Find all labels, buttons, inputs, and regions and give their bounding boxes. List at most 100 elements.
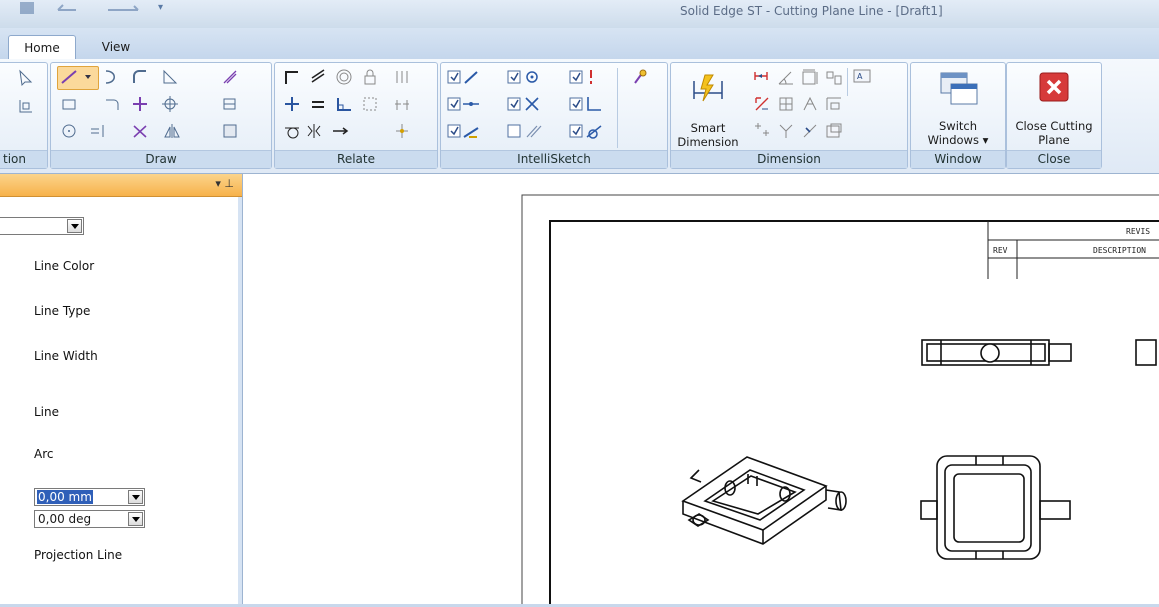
chamfer-dimension-icon[interactable] xyxy=(753,95,771,113)
rectangle-icon[interactable] xyxy=(60,95,78,113)
intellisketch-separator xyxy=(617,68,618,148)
chevron-down-icon[interactable] xyxy=(128,490,143,504)
chevron-down-icon[interactable] xyxy=(67,219,82,233)
tab-home[interactable]: Home xyxy=(8,35,76,61)
intellisketch-endpoint-icon[interactable] xyxy=(447,68,481,86)
collinear-icon[interactable] xyxy=(331,122,349,140)
close-cutting-plane-button[interactable]: Close Cutting Plane xyxy=(1007,63,1101,151)
drawing-canvas[interactable]: REVIS REV DESCRIPTION xyxy=(243,174,1159,607)
group-label-relate: Relate xyxy=(275,150,437,168)
equal-icon[interactable] xyxy=(309,95,327,113)
tab-view[interactable]: View xyxy=(88,35,144,60)
group-close: Close Cutting Plane Close xyxy=(1006,62,1102,169)
intellisketch-perpendicular-icon[interactable] xyxy=(569,95,603,113)
parallel-icon[interactable] xyxy=(309,68,327,86)
intellisketch-silhouette-icon[interactable] xyxy=(569,68,599,86)
connect-icon[interactable] xyxy=(283,68,301,86)
projection-line-label: Projection Line xyxy=(34,548,123,562)
attach-dimension-icon[interactable] xyxy=(777,95,795,113)
arc-icon[interactable] xyxy=(103,95,121,113)
smart-dimension-icon xyxy=(693,74,723,102)
length-dropdown[interactable]: 0,00 mm xyxy=(34,488,145,506)
smart-dimension-label-1: Smart xyxy=(690,121,726,135)
smart-dimension-button[interactable]: Smart Dimension xyxy=(673,65,743,151)
symmetric-icon[interactable] xyxy=(305,122,323,140)
circle-icon[interactable] xyxy=(60,122,78,140)
trim-icon[interactable] xyxy=(131,95,149,113)
intellisketch-options-icon[interactable] xyxy=(631,68,649,86)
extend-icon[interactable] xyxy=(161,95,179,113)
intellisketch-center-icon[interactable] xyxy=(507,68,543,86)
auto-dimension-icon[interactable] xyxy=(753,122,771,140)
fill-icon[interactable] xyxy=(221,122,239,140)
switch-windows-button[interactable]: Switch Windows ▾ xyxy=(911,63,1005,151)
group-window: Switch Windows ▾ Window xyxy=(910,62,1006,169)
copy-attributes-icon[interactable] xyxy=(825,122,843,140)
close-icon xyxy=(1039,72,1069,102)
horizontal-vertical-icon[interactable] xyxy=(283,95,301,113)
fillet-icon[interactable] xyxy=(131,68,149,86)
intellisketch-parallel-icon[interactable] xyxy=(507,122,543,140)
group-label-draw: Draw xyxy=(51,150,271,168)
switch-windows-label-1: Switch xyxy=(938,119,978,133)
symmetric-diameter-icon[interactable]: A xyxy=(853,68,871,86)
panel-pin-buttons[interactable]: ▾ ⊥ xyxy=(215,177,234,190)
close-cutting-plane-label-1: Close Cutting xyxy=(1015,119,1093,133)
group-label-intellisketch: IntelliSketch xyxy=(441,150,667,168)
intellisketch-tangent-icon[interactable] xyxy=(447,122,481,140)
group-relate: Relate xyxy=(274,62,438,169)
offset-icon[interactable] xyxy=(161,68,179,86)
concentric-icon[interactable] xyxy=(335,68,353,86)
rigid-set-icon[interactable] xyxy=(361,95,379,113)
group-label-close: Close xyxy=(1007,150,1101,168)
group-selection: tion xyxy=(0,62,48,169)
intellisketch-tangent-arc-icon[interactable] xyxy=(569,122,603,140)
angle-value: 0,00 deg xyxy=(38,512,92,526)
angular-coordinate-icon[interactable] xyxy=(825,68,843,86)
intellisketch-intersection-icon[interactable] xyxy=(507,95,543,113)
line-icon[interactable] xyxy=(60,68,78,86)
align-icon[interactable] xyxy=(17,97,35,115)
group-dimension: Smart Dimension A Dimension xyxy=(670,62,908,169)
save-icon xyxy=(20,2,34,14)
tangent-icon[interactable] xyxy=(283,122,301,140)
close-cutting-plane-label-2: Plane xyxy=(1038,133,1070,147)
chained-dimension-icon[interactable] xyxy=(777,122,795,140)
maintain-relationships-icon[interactable] xyxy=(393,95,411,113)
pattern-icon[interactable] xyxy=(221,95,239,113)
window-title: Solid Edge ST - Cutting Plane Line - [Dr… xyxy=(680,4,943,18)
relationship-handles-icon[interactable] xyxy=(393,68,411,86)
distance-between-icon[interactable] xyxy=(753,68,771,86)
ribbon: tion Draw Relate IntelliSketch Smart Dim… xyxy=(0,59,1159,174)
sheet-edge xyxy=(521,194,1159,607)
offset-lines-icon[interactable] xyxy=(89,122,107,140)
relationship-assistant-icon[interactable] xyxy=(393,122,411,140)
customize-qat-icon: ▾ xyxy=(158,2,163,13)
coordinate-dimension-icon[interactable] xyxy=(801,68,819,86)
panel-body: Line Color Line Type Line Width Line Arc… xyxy=(0,197,238,604)
quick-access-toolbar[interactable]: ▾ xyxy=(18,0,168,16)
angle-dropdown[interactable]: 0,00 deg xyxy=(34,510,145,528)
perpendicular-icon[interactable] xyxy=(335,95,353,113)
smart-dimension-label-2: Dimension xyxy=(677,135,739,149)
style-dropdown[interactable] xyxy=(0,217,84,235)
dimension-axis-icon[interactable] xyxy=(825,95,843,113)
intellisketch-midpoint-icon[interactable] xyxy=(447,95,481,113)
properties-panel: ▾ ⊥ Line Color Line Type Line Width Line… xyxy=(0,174,243,604)
length-value: 0,00 mm xyxy=(37,490,93,504)
mirror-icon[interactable] xyxy=(163,122,181,140)
construction-icon[interactable] xyxy=(221,68,239,86)
drawing-sheet[interactable]: REVIS REV DESCRIPTION xyxy=(243,174,1159,607)
line-label: Line xyxy=(34,405,60,419)
chevron-down-icon[interactable] xyxy=(128,512,143,526)
dropdown-arrow-icon[interactable] xyxy=(79,68,97,86)
switch-windows-label-2: Windows ▾ xyxy=(927,133,989,147)
angle-between-icon[interactable] xyxy=(777,68,795,86)
switch-windows-icon xyxy=(940,72,978,105)
curve-icon[interactable] xyxy=(103,68,121,86)
split-icon[interactable] xyxy=(131,122,149,140)
select-tool-icon[interactable] xyxy=(17,69,35,87)
radial-dimension-icon[interactable] xyxy=(801,122,819,140)
coordinate-origin-icon[interactable] xyxy=(801,95,819,113)
lock-icon[interactable] xyxy=(361,68,379,86)
